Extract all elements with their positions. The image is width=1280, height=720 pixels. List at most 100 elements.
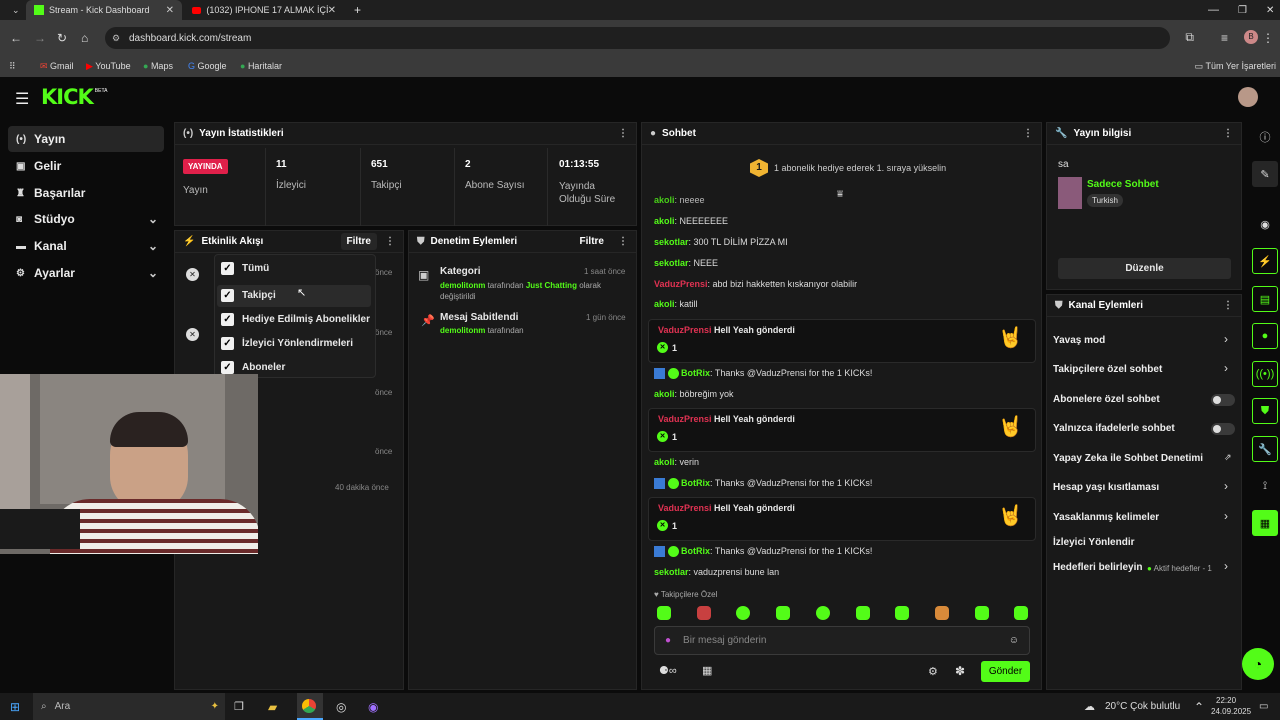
chat-username[interactable]: akoli [654,195,675,205]
browser-menu-icon[interactable]: ⋮ [1262,31,1274,45]
action-subscribers-only-chat[interactable]: Abonelere özel sohbet [1053,394,1160,405]
minimize-icon[interactable]: — [1200,0,1227,20]
bookmark-haritalar[interactable]: ● Haritalar [240,61,282,71]
shield-icon[interactable]: ⛊ [1252,398,1278,424]
microphone-icon[interactable]: ● [665,635,671,646]
clock-time[interactable]: 22:20 [1216,696,1236,705]
close-icon[interactable]: ✕ [166,5,174,16]
more-options-icon[interactable]: ⋮ [618,128,628,139]
chat-username[interactable]: akoli [654,457,675,467]
broadcast-icon[interactable]: ((•)) [1252,361,1278,387]
media-icon[interactable]: ≡ [1221,31,1228,45]
chat-username[interactable]: BotRix [681,368,710,378]
chevron-right-icon[interactable]: › [1224,361,1228,375]
chat-username[interactable]: BotRix [681,478,710,488]
filter-option-raids[interactable]: ✓ İzleyici Yönlendirmeleri [221,337,353,350]
window-close-icon[interactable]: ✕ [1258,0,1280,20]
clapperboard-icon[interactable]: ▦ [1252,510,1278,536]
chat-username[interactable]: VaduzPrensi [654,279,708,289]
more-options-icon[interactable]: ⋮ [1023,128,1033,139]
tab-menu-icon[interactable]: ⌄ [4,0,24,20]
bookmark-youtube[interactable]: ▶ YouTube [86,61,131,72]
site-info-icon[interactable]: ⚙ [112,33,120,44]
store-icon[interactable]: ▦ [702,664,712,677]
back-arrow-icon[interactable]: ← [10,31,22,45]
emote-icon[interactable] [856,606,870,620]
wrench-icon[interactable]: 🔧 [1252,436,1278,462]
clock-date[interactable]: 24.09.2025 [1211,707,1251,716]
bookmark-google[interactable]: G Google [188,61,227,71]
edit-button[interactable]: Düzenle [1058,258,1231,279]
action-banned-words[interactable]: Yasaklanmış kelimeler [1053,512,1159,523]
lightning-icon[interactable]: ⚡ [1252,248,1278,274]
emote-icon[interactable] [697,606,711,620]
filter-option-follower[interactable]: ✓ Takipçi [217,285,371,307]
action-ai-moderation[interactable]: Yapay Zeka ile Sohbet Denetimi [1053,453,1203,464]
checkbox-checked-icon[interactable]: ✓ [221,337,234,350]
reload-icon[interactable]: ↻ [57,31,67,45]
more-options-icon[interactable]: ⋮ [618,236,628,247]
more-options-icon[interactable]: ⋮ [1223,128,1233,139]
chat-username[interactable]: sekotlar [654,237,689,247]
action-set-goals[interactable]: Hedefleri belirleyin [1053,562,1142,573]
new-tab-plus-icon[interactable]: + [346,0,366,20]
all-bookmarks[interactable]: ▭ Tüm Yer İşaretleri [1195,61,1276,72]
action-raid[interactable]: İzleyici Yönlendir [1053,537,1135,548]
maximize-icon[interactable]: ❐ [1230,0,1255,20]
obs-icon[interactable]: ◎ [336,700,346,714]
sidebar-item-basarilar[interactable]: ♜ Başarılar [8,180,164,206]
camera-icon[interactable]: ◉ [1252,211,1278,237]
chat-username[interactable]: VaduzPrensi [658,503,712,513]
apps-grid-icon[interactable]: ⠿ [9,61,16,72]
checkbox-checked-icon[interactable]: ✓ [221,313,234,326]
tray-chevron-icon[interactable]: ⌃ [1194,700,1204,714]
sidebar-item-studyo[interactable]: ◙ Stüdyo ⌄ [8,206,164,232]
gear-icon[interactable]: ⚙ [928,665,938,678]
chevron-right-icon[interactable]: › [1224,509,1228,523]
emote-icon[interactable] [776,606,790,620]
chat-username[interactable]: akoli [654,389,675,399]
sidebar-item-ayarlar[interactable]: ⚙ Ayarlar ⌄ [8,260,164,286]
weather-text[interactable]: 20°C Çok bulutlu [1105,701,1180,712]
document-icon[interactable]: ▤ [1252,286,1278,312]
chevron-right-icon[interactable]: › [1224,479,1228,493]
bookmark-maps[interactable]: ● Maps [143,61,173,71]
action-slow-mode[interactable]: Yavaş mod [1053,335,1105,346]
taskbar-search[interactable]: ⌕ Ara ✦ [33,693,225,720]
external-link-icon[interactable]: ⇗ [1224,452,1232,463]
chat-username[interactable]: sekotlar [654,567,689,577]
subscribers-only-toggle[interactable] [1211,394,1235,406]
extensions-icon[interactable]: ⧉ [1185,30,1194,45]
user-avatar[interactable] [1238,87,1258,107]
checkbox-checked-icon[interactable]: ✓ [221,361,234,374]
more-options-icon[interactable]: ⋮ [1223,300,1233,311]
send-button[interactable]: Gönder [981,661,1030,682]
chat-bubble-icon[interactable]: ● [1252,323,1278,349]
task-view-icon[interactable]: ❐ [234,700,244,713]
chat-username[interactable]: VaduzPrensi [658,414,712,424]
action-emote-only-chat[interactable]: Yalnızca ifadelerle sohbet [1053,423,1175,434]
filter-option-all[interactable]: ✓ Tümü [221,262,269,275]
kick-logo[interactable]: KICK BETA [41,85,107,109]
emote-icon[interactable] [736,606,750,620]
filter-button[interactable]: Filtre [340,233,377,250]
chat-username[interactable]: sekotlar [654,258,689,268]
chat-input[interactable]: ● Bir mesaj gönderin ☺ [654,626,1030,655]
info-icon[interactable]: ⓘ [1252,124,1278,150]
sidebar-item-yayin[interactable]: (•) Yayın [8,126,164,152]
file-explorer-icon[interactable]: ▰ [268,700,277,714]
filter-button[interactable]: Filtre [574,233,610,250]
share-icon[interactable]: ⟟ [1252,473,1278,499]
action-account-age[interactable]: Hesap yaşı kısıtlaması [1053,482,1159,493]
moderator-name[interactable]: demolitonm [440,326,485,335]
extension-puzzle-icon[interactable]: ✽ [955,664,965,678]
support-chat-icon[interactable]: ◔ [1242,648,1274,680]
filter-option-gifted-subs[interactable]: ✓ Hediye Edilmiş Abonelikler [221,313,370,326]
tab-kick-dashboard[interactable]: Stream - Kick Dashboard ✕ [26,0,182,20]
notification-icon[interactable]: ▭ [1259,701,1268,712]
emoji-icon[interactable]: ☺ [1009,635,1019,646]
sidebar-item-gelir[interactable]: ▣ Gelir [8,153,164,179]
discord-icon[interactable]: ◉ [368,700,378,714]
emote-icon[interactable] [935,606,949,620]
category-name[interactable]: Sadece Sohbet [1087,179,1159,190]
